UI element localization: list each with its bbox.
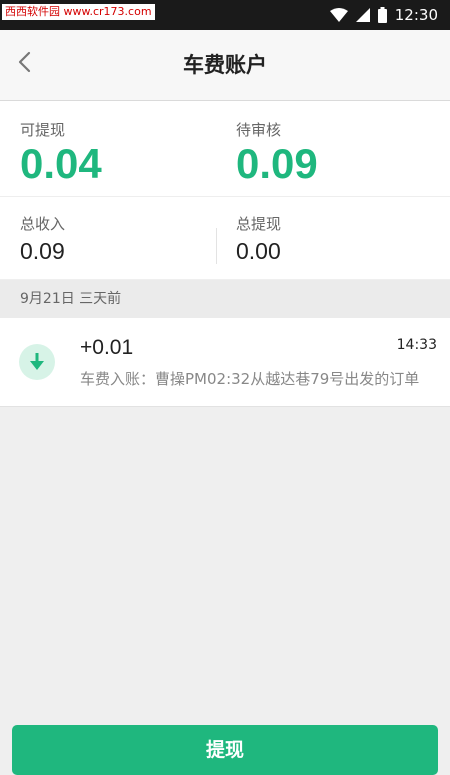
pending-block: 待审核 0.09 bbox=[236, 119, 318, 186]
total-income-label: 总收入 bbox=[20, 215, 66, 233]
status-time: 12:30 bbox=[394, 6, 438, 24]
wifi-icon bbox=[329, 8, 348, 22]
vertical-divider bbox=[216, 228, 217, 264]
total-withdrawn-amount: 0.00 bbox=[236, 238, 281, 264]
nav-bar: 车费账户 bbox=[0, 30, 450, 101]
total-withdrawn-block: 总提现 0.00 bbox=[236, 213, 281, 265]
withdrawable-label: 可提现 bbox=[20, 121, 66, 139]
date-header-label: 9月21日 三天前 bbox=[20, 291, 122, 307]
record-amount: +0.01 bbox=[80, 336, 134, 359]
watermark: 西西软件园 www.cr173.com bbox=[2, 4, 155, 20]
total-withdrawn-label: 总提现 bbox=[236, 215, 282, 233]
date-header: 9月21日 三天前 bbox=[0, 280, 450, 318]
list-item[interactable]: +0.01 14:33 车费入账：曹操PM02:32从越达巷79号出发的订单 bbox=[0, 318, 450, 407]
divider bbox=[0, 196, 450, 197]
record-time: 14:33 bbox=[396, 337, 437, 353]
withdrawable-amount: 0.04 bbox=[20, 140, 102, 187]
pending-label: 待审核 bbox=[236, 121, 282, 139]
total-income-block: 总收入 0.09 bbox=[20, 213, 65, 265]
battery-icon bbox=[377, 7, 387, 23]
page-title: 车费账户 bbox=[183, 53, 267, 77]
total-income-amount: 0.09 bbox=[20, 238, 65, 264]
download-arrow-icon bbox=[19, 344, 55, 380]
record-description: 车费入账：曹操PM02:32从越达巷79号出发的订单 bbox=[80, 370, 420, 388]
pending-amount: 0.09 bbox=[236, 140, 318, 187]
balance-card: 可提现 0.04 待审核 0.09 总收入 0.09 总提现 0.00 bbox=[0, 101, 450, 279]
signal-icon bbox=[355, 8, 370, 22]
status-bar: 西西软件园 www.cr173.com 12:30 bbox=[0, 0, 450, 30]
status-icons: 12:30 bbox=[329, 0, 438, 30]
withdrawable-block: 可提现 0.04 bbox=[20, 119, 102, 186]
withdraw-button[interactable]: 提现 bbox=[12, 725, 438, 775]
